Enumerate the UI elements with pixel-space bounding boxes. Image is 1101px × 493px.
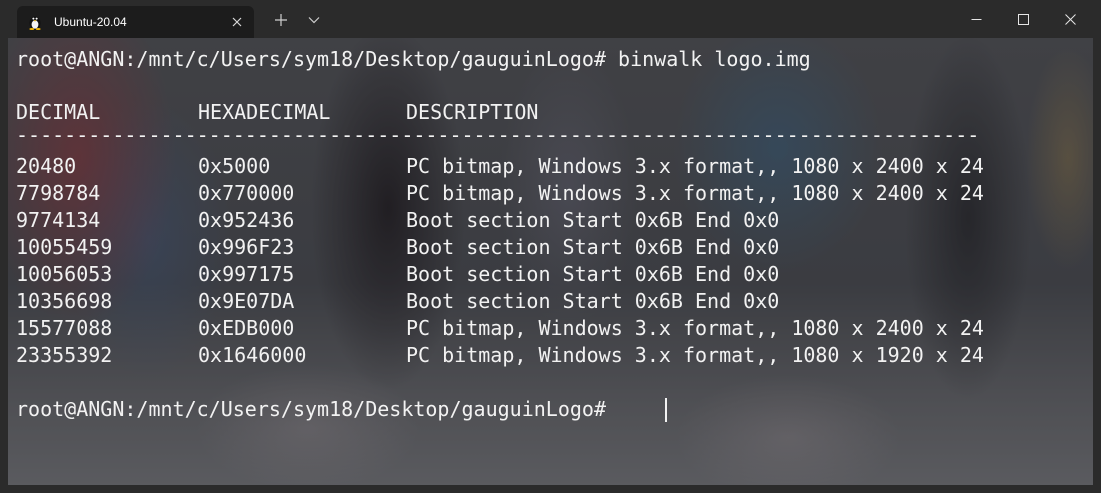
plus-icon: [275, 14, 287, 26]
close-icon: [1064, 13, 1076, 25]
new-tab-button[interactable]: [268, 8, 294, 32]
row-hex: 0x996F23: [198, 235, 295, 259]
minimize-button[interactable]: [953, 0, 999, 38]
close-window-button[interactable]: [1047, 0, 1093, 38]
row-description: PC bitmap, Windows 3.x format,, 1080 x 2…: [406, 181, 984, 205]
table-row: 7798784 0x770000 PC bitmap, Windows 3.x …: [0, 180, 1101, 207]
profile-dropdown-button[interactable]: [302, 8, 326, 32]
minimize-icon: [971, 18, 981, 20]
row-description: Boot section Start 0x6B End 0x0: [406, 208, 780, 232]
maximize-icon: [1017, 13, 1029, 25]
row-hex: 0x9E07DA: [198, 289, 295, 313]
window-border-bottom: [0, 485, 1101, 493]
row-hex: 0x1646000: [198, 343, 307, 367]
header-separator: ----------------------------------------…: [16, 123, 980, 147]
row-decimal: 10056053: [16, 262, 113, 286]
table-row: 10056053 0x997175 Boot section Start 0x6…: [0, 261, 1101, 288]
row-description: Boot section Start 0x6B End 0x0: [406, 235, 780, 259]
title-bar[interactable]: Ubuntu-20.04: [0, 0, 1101, 38]
row-decimal: 7798784: [16, 181, 101, 205]
command-line: root@ANGN:/mnt/c/Users/sym18/Desktop/gau…: [16, 47, 811, 71]
row-description: Boot section Start 0x6B End 0x0: [406, 289, 780, 313]
row-description: PC bitmap, Windows 3.x format,, 1080 x 1…: [406, 343, 984, 367]
row-hex: 0x5000: [198, 154, 271, 178]
row-hex: 0x952436: [198, 208, 295, 232]
table-row: 10055459 0x996F23 Boot section Start 0x6…: [0, 234, 1101, 261]
row-description: PC bitmap, Windows 3.x format,, 1080 x 2…: [406, 154, 984, 178]
row-decimal: 20480: [16, 154, 77, 178]
tab-title: Ubuntu-20.04: [54, 15, 127, 29]
chevron-down-icon: [308, 17, 320, 24]
maximize-button[interactable]: [1000, 0, 1046, 38]
row-decimal: 23355392: [16, 343, 113, 367]
row-decimal: 10055459: [16, 235, 113, 259]
row-decimal: 9774134: [16, 208, 101, 232]
table-row: 10356698 0x9E07DA Boot section Start 0x6…: [0, 288, 1101, 315]
tab-close-icon[interactable]: [224, 11, 250, 33]
table-row: 20480 0x5000 PC bitmap, Windows 3.x form…: [0, 153, 1101, 180]
terminal-window: Ubuntu-20.04 root@ANGN:/mnt/c/Users/sym1…: [0, 0, 1101, 493]
row-hex: 0x770000: [198, 181, 295, 205]
row-hex: 0xEDB000: [198, 316, 295, 340]
row-description: Boot section Start 0x6B End 0x0: [406, 262, 780, 286]
row-decimal: 15577088: [16, 316, 113, 340]
row-hex: 0x997175: [198, 262, 295, 286]
table-row: 9774134 0x952436 Boot section Start 0x6B…: [0, 207, 1101, 234]
tab-ubuntu[interactable]: Ubuntu-20.04: [17, 6, 254, 38]
shell-prompt: root@ANGN:/mnt/c/Users/sym18/Desktop/gau…: [16, 397, 607, 421]
row-description: PC bitmap, Windows 3.x format,, 1080 x 2…: [406, 316, 984, 340]
table-row: 23355392 0x1646000 PC bitmap, Windows 3.…: [0, 342, 1101, 369]
text-cursor[interactable]: [665, 398, 667, 422]
row-decimal: 10356698: [16, 289, 113, 313]
table-row: 15577088 0xEDB000 PC bitmap, Windows 3.x…: [0, 315, 1101, 342]
linux-penguin-icon: [27, 14, 43, 30]
